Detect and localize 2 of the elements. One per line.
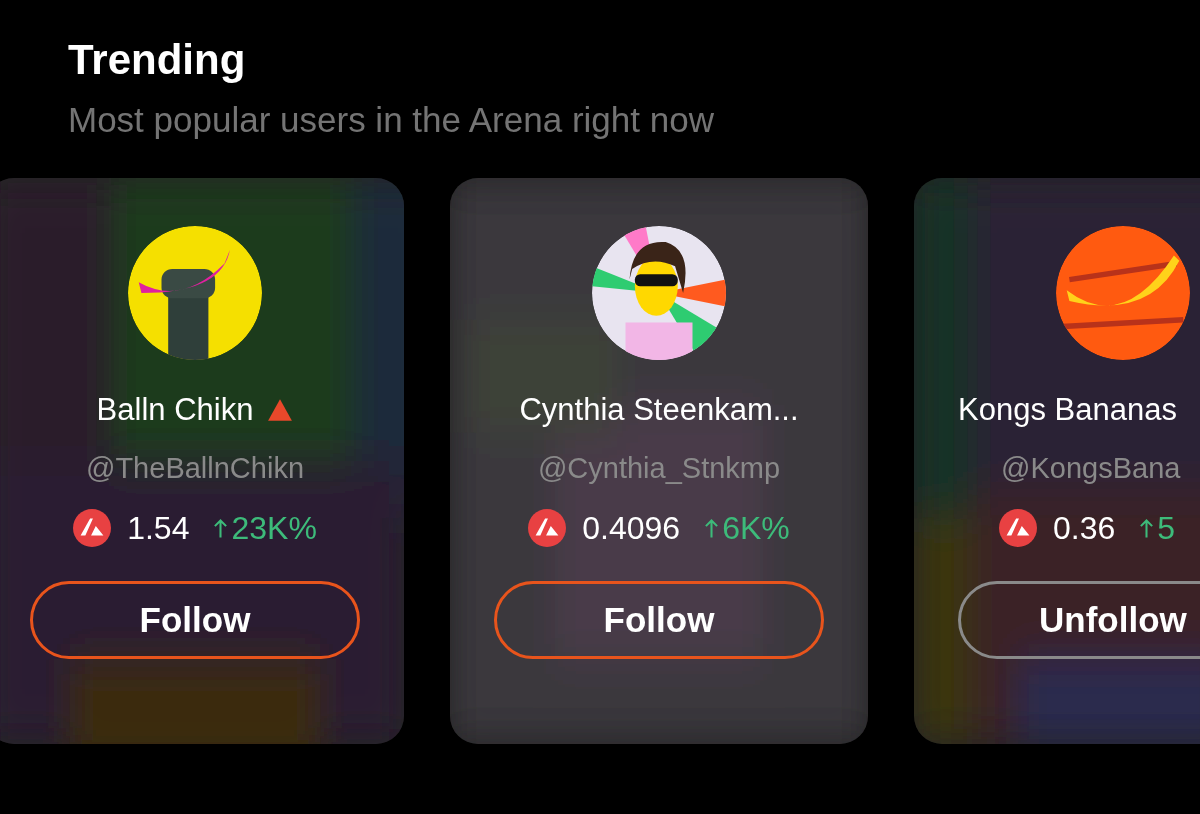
section-subtitle: Most popular users in the Arena right now (68, 99, 715, 141)
section-title: Trending (67, 35, 247, 84)
